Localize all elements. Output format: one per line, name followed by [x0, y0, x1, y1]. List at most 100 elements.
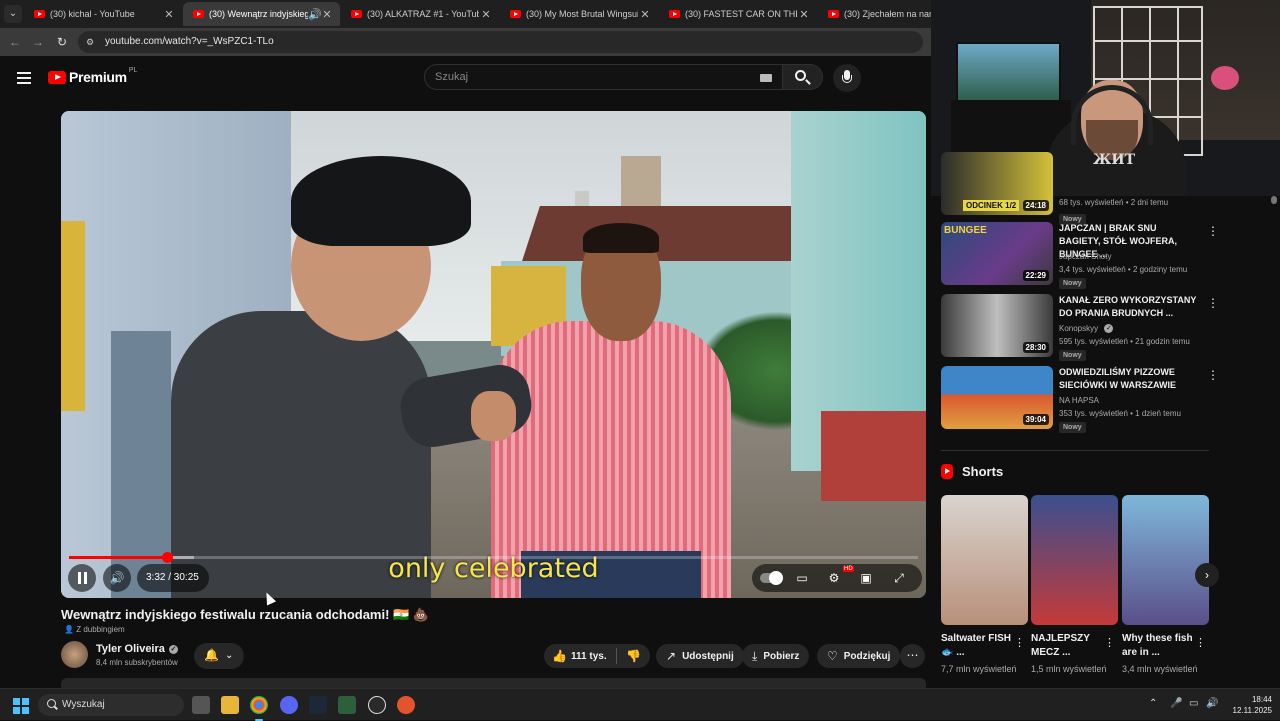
more-vert-icon[interactable]: ⋮	[1207, 368, 1219, 382]
recommendation-channel[interactable]: NA HAPSA	[1059, 396, 1099, 405]
thanks-button[interactable]: ♡ Podziękuj	[817, 644, 901, 668]
recommendation-channel[interactable]: Konopskyy ✓	[1059, 324, 1114, 333]
channel-name[interactable]: Tyler Oliveira ✓	[96, 643, 178, 655]
fullscreen-icon[interactable]: ⤢	[890, 570, 908, 586]
like-count[interactable]: 111 tys.	[571, 651, 607, 662]
video-frame-yellow-strip	[61, 221, 85, 411]
taskbar-clock[interactable]: 18:44 12.11.2025	[1222, 694, 1272, 716]
recommendation-title[interactable]: KANAŁ ZERO WYKORZYSTANY DO PRANIA BRUDNY…	[1059, 294, 1199, 320]
file-explorer-icon[interactable]	[221, 696, 239, 714]
close-tab-icon[interactable]: ✕	[479, 8, 493, 21]
microphone-icon[interactable]: 🎤	[1170, 698, 1182, 709]
search-input[interactable]: Szukaj	[424, 64, 783, 90]
short-title[interactable]: Why these fish are in ...	[1122, 632, 1194, 660]
recommendation-meta: 68 tys. wyświetleń • 2 dni temu	[1059, 198, 1169, 207]
subscribed-notifications-button[interactable]: 🔔 ⌄	[194, 643, 244, 669]
terminal-icon[interactable]	[338, 696, 356, 714]
more-vert-icon[interactable]: ⋮	[1014, 636, 1025, 649]
pause-button[interactable]	[68, 564, 96, 592]
short-views: 3,4 mln wyświetleń	[1122, 664, 1198, 674]
recommendation-thumbnail[interactable]: 28:30	[941, 294, 1053, 357]
recommendation-item[interactable]: ODCINEK 1/2 24:18 68 tys. wyświetleń • 2…	[941, 152, 1209, 225]
chevron-up-icon[interactable]: ⌃	[1149, 698, 1157, 709]
more-vert-icon[interactable]: ⋮	[1104, 636, 1115, 649]
more-actions-button[interactable]: ⋯	[900, 644, 925, 668]
shorts-header: Shorts	[941, 464, 1003, 479]
autoplay-toggle[interactable]	[760, 571, 783, 585]
recommendation-item[interactable]: 39:04 ODWIEDZILIŚMY PIZZOWE SIECIÓWKI W …	[941, 366, 1219, 433]
menu-hamburger-icon[interactable]	[17, 72, 31, 84]
sidebar-scrollbar[interactable]	[1271, 196, 1277, 204]
keyboard-icon[interactable]	[760, 74, 772, 82]
close-tab-icon[interactable]: ✕	[797, 8, 811, 21]
channel-avatar[interactable]	[61, 641, 88, 668]
app-icon[interactable]	[397, 696, 415, 714]
browser-tab[interactable]: (30) kichal - YouTube ✕	[24, 2, 182, 26]
task-view-icon[interactable]	[192, 696, 210, 714]
clock-time: 18:44	[1251, 695, 1272, 704]
browser-tab[interactable]: (30) Zjechałem na nartach	[818, 2, 931, 26]
progress-bar[interactable]	[69, 552, 918, 563]
chrome-icon[interactable]	[250, 696, 268, 721]
recommendation-item[interactable]: BUNGEE 22:29 JAPCZAN | BRAK SNU BAGIETY,…	[941, 222, 1219, 289]
youtube-header: Premium PL Szukaj	[0, 56, 931, 102]
more-vert-icon[interactable]: ⋮	[1195, 636, 1206, 649]
share-icon: ↗	[666, 649, 677, 663]
close-tab-icon[interactable]: ✕	[320, 8, 334, 21]
voice-search-button[interactable]	[833, 64, 861, 92]
youtube-favicon-icon	[669, 10, 680, 18]
more-vert-icon[interactable]: ⋮	[1207, 224, 1219, 238]
site-info-icon[interactable]: ⚙	[86, 36, 98, 48]
recommendation-thumbnail[interactable]: 39:04	[941, 366, 1053, 429]
short-thumbnail[interactable]	[1031, 495, 1118, 625]
video-player[interactable]: only celebrated 🔊 3:32 / 30:25 ▭ ⚙ HD ▣ …	[61, 111, 926, 598]
volume-button[interactable]: 🔊	[103, 564, 131, 592]
short-thumbnail[interactable]	[1122, 495, 1209, 625]
youtube-favicon-icon	[510, 10, 521, 18]
recommendation-item[interactable]: 28:30 KANAŁ ZERO WYKORZYSTANY DO PRANIA …	[941, 294, 1219, 361]
youtube-premium-logo[interactable]: Premium PL	[48, 67, 137, 85]
forward-arrow-icon[interactable]: →	[29, 33, 47, 51]
download-button[interactable]: ⤓ Pobierz	[742, 644, 810, 668]
address-bar[interactable]: ⚙ youtube.com/watch?v=_WsPZC1-TLo	[78, 31, 923, 53]
dubbing-label: 👤 Z dubbingiem	[64, 625, 125, 634]
share-button[interactable]: ↗ Udostępnij	[656, 644, 744, 668]
speaker-icon[interactable]: 🔊	[308, 8, 322, 21]
miniplayer-icon[interactable]: ▣	[857, 570, 875, 586]
recommendation-thumbnail[interactable]: ODCINEK 1/2 24:18	[941, 152, 1053, 215]
reload-icon[interactable]: ↻	[53, 33, 71, 51]
like-icon[interactable]: 👍	[552, 649, 567, 663]
recommendation-title[interactable]: ODWIEDZILIŚMY PIZZOWE SIECIÓWKI W WARSZA…	[1059, 366, 1199, 392]
settings-gear-icon[interactable]: ⚙	[825, 570, 843, 586]
thumbnail-text: BUNGEE	[944, 225, 987, 236]
steam-icon[interactable]	[309, 696, 327, 714]
recommendation-channel[interactable]: Japczan Shoty	[1059, 252, 1111, 261]
subtitles-icon[interactable]: ▭	[793, 570, 811, 586]
tab-search-menu[interactable]: ⌄	[4, 5, 22, 23]
obs-icon[interactable]	[368, 696, 386, 714]
hd-badge: HD	[843, 566, 854, 572]
search-button[interactable]	[783, 64, 823, 90]
network-icon[interactable]: ▭	[1189, 698, 1198, 709]
short-title[interactable]: NAJLEPSZY MECZ ...	[1031, 632, 1103, 660]
browser-tab[interactable]: (30) ALKATRAZ #1 - YouTube ✕	[341, 2, 499, 26]
taskbar-search[interactable]: Wyszukaj	[38, 694, 184, 716]
close-tab-icon[interactable]: ✕	[638, 8, 652, 21]
browser-tab[interactable]: (30) FASTEST CAR ON THE PLAN ✕	[659, 2, 817, 26]
short-title[interactable]: Saltwater FISH 🐟 ...	[941, 632, 1013, 660]
more-vert-icon[interactable]: ⋮	[1207, 296, 1219, 310]
discord-icon[interactable]	[280, 696, 298, 714]
verified-check-icon: ✓	[168, 645, 178, 654]
browser-tab[interactable]: (30) My Most Brutal Wingsuit F ✕	[500, 2, 658, 26]
close-tab-icon[interactable]: ✕	[162, 8, 176, 21]
speaker-icon[interactable]: 🔊	[1206, 698, 1218, 709]
download-icon: ⤓	[752, 648, 758, 663]
chevron-right-icon[interactable]: ›	[1195, 563, 1219, 587]
browser-tab-active[interactable]: (30) Wewnątrz indyjskiego 🔊 ✕	[183, 2, 340, 26]
recommendation-thumbnail[interactable]: BUNGEE 22:29	[941, 222, 1053, 285]
back-arrow-icon[interactable]: ←	[6, 33, 24, 51]
video-frame-red-wall	[821, 411, 926, 501]
windows-start-icon[interactable]	[13, 698, 29, 714]
short-thumbnail[interactable]	[941, 495, 1028, 625]
dislike-icon[interactable]: 👎	[626, 649, 641, 663]
